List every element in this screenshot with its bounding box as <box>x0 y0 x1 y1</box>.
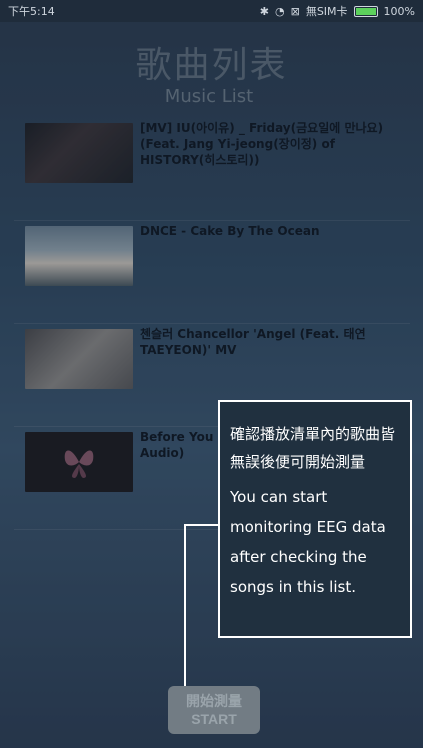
tooltip-text-en: You can start monitoring EEG data after … <box>230 488 386 596</box>
song-title: 첸슬러 Chancellor 'Angel (Feat. 태연 TAEYEON)… <box>140 327 366 357</box>
carrier-label: 無SIM卡 <box>305 5 348 18</box>
battery-icon <box>353 5 378 17</box>
tooltip-connector <box>184 524 186 692</box>
song-title: [MV] IU(아이유) _ Friday(금요일에 만나요)(Feat. Ja… <box>140 121 384 167</box>
wifi-icon: ◔ <box>275 4 285 18</box>
tooltip-text-zh: 確認播放清單內的歌曲皆無誤後便可開始測量 <box>230 425 396 471</box>
butterfly-icon <box>64 450 94 478</box>
start-button-label-en: START <box>191 711 237 727</box>
sim-icon: ⊠ <box>290 4 300 18</box>
song-item[interactable]: DNCE - Cake By The Ocean <box>14 221 410 324</box>
page-subtitle: Music List <box>164 86 254 107</box>
song-title: DNCE - Cake By The Ocean <box>140 224 320 238</box>
start-button[interactable]: 開始測量 START <box>168 686 260 734</box>
song-thumbnail <box>25 432 133 492</box>
page-title: 歌曲列表 <box>135 45 288 86</box>
status-time: 下午5:14 <box>8 5 55 18</box>
song-thumbnail <box>25 123 133 183</box>
bluetooth-icon: ✱ <box>259 4 269 18</box>
song-thumbnail <box>25 329 133 389</box>
song-thumbnail <box>25 226 133 286</box>
song-item[interactable]: [MV] IU(아이유) _ Friday(금요일에 만나요)(Feat. Ja… <box>14 118 410 221</box>
status-bar: 下午5:14 ✱ ◔ ⊠ 無SIM卡 100% <box>0 0 423 22</box>
instruction-tooltip: 確認播放清單內的歌曲皆無誤後便可開始測量 You can start monit… <box>218 400 412 638</box>
battery-level: 100% <box>383 4 415 18</box>
tooltip-connector <box>186 524 218 526</box>
start-button-label-zh: 開始測量 <box>186 693 242 709</box>
